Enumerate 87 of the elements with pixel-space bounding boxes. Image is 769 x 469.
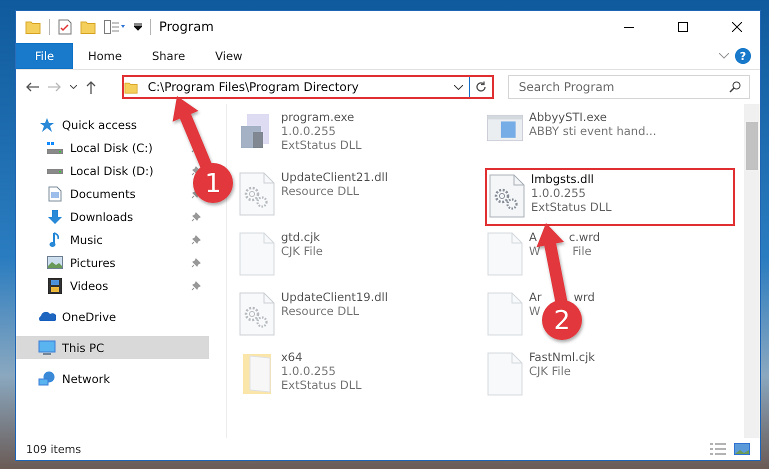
properties-icon[interactable] [104,20,126,34]
file-name: Ar [529,290,542,304]
blank-file-icon [239,232,275,276]
blank-file-icon [487,232,523,276]
sidebar-item[interactable]: Documents [16,182,144,205]
address-path: C:\Program Files\Program Directory [146,80,360,94]
back-arrow-icon[interactable] [26,82,39,92]
blank-file-icon [487,292,523,336]
details-view-icon[interactable] [710,443,726,455]
folder-icon [25,20,41,34]
step-number-badge: 1 [193,163,233,203]
file-detail: Resource DLL [281,304,360,318]
file-detail: ABBY sti event hand... [529,124,656,138]
file-detail: 1.0.0.255 [281,124,337,138]
file-detail: 1.0.0.255 [281,364,337,378]
application-window-icon [487,112,523,144]
item-count: 109 items [26,442,82,456]
scrollbar[interactable] [744,104,760,438]
chevron-down-icon[interactable] [70,85,77,89]
close-icon [732,22,742,32]
sidebar-item[interactable]: OneDrive [16,305,124,328]
file-name: AbbyySTI.exe [529,110,608,124]
file-name: c.wrd [568,230,600,244]
step-number-badge: 2 [542,300,582,340]
file-detail: 1.0.0.255 [531,186,587,200]
chevron-down-icon[interactable] [454,84,463,90]
file-name: A [529,230,537,244]
file-detail: ExtStatus DLL [531,200,612,214]
sidebar-item[interactable]: Videos [16,274,116,297]
star-icon [39,116,55,132]
new-folder-icon [80,20,96,34]
ribbon-tab[interactable]: File [16,43,73,69]
download-arrow-icon [47,208,63,224]
sidebar-item[interactable]: This PC [16,336,209,359]
blank-file-icon [487,352,523,396]
search-box[interactable]: Search Program [508,75,750,99]
file-name: x64 [281,350,304,364]
settings-file-icon [489,174,525,218]
help-button[interactable]: ? [735,48,751,64]
computer-icon [38,340,56,356]
file-detail: W [529,304,540,318]
network-icon [38,370,56,386]
maximize-icon [678,22,688,32]
sidebar-item[interactable]: Quick access [16,113,145,136]
settings-file-icon [239,292,275,336]
sidebar-item[interactable]: Local Disk (C:) [16,136,161,159]
file-detail: CJK File [281,244,323,258]
film-icon [48,278,62,294]
file-name: gtd.cjk [281,230,321,244]
file-name: program.exe [281,110,356,124]
sidebar-item[interactable]: Downloads [16,205,142,228]
drive-icon [46,166,64,174]
checklist-icon[interactable] [58,19,72,35]
file-detail: CJK File [529,364,572,378]
file-name: FastNml.cjk [529,350,595,364]
sidebar-item[interactable]: Pictures [16,251,124,274]
address-bar[interactable]: C:\Program Files\Program Directory [122,75,494,99]
highlighted-file-item[interactable]: lmbgsts.dll 1.0.0.255 ExtStatus DLL [485,168,735,226]
file-detail: Resource DLL [281,184,360,198]
sidebar-item[interactable]: Local Disk (D:) [16,159,162,182]
file-detail: ExtStatus DLL [281,138,362,152]
document-icon [48,186,62,202]
sidebar-item[interactable]: Network [16,367,118,390]
file-detail: File [572,244,592,258]
refresh-icon[interactable] [474,81,487,93]
file-detail: W [529,244,540,258]
folder-icon [242,352,272,396]
file-detail: ExtStatus DLL [281,378,362,392]
up-arrow-icon[interactable] [86,80,96,94]
minimize-icon [624,26,634,28]
window-title: Program [159,20,214,34]
picture-icon [47,256,63,269]
search-icon [729,81,742,93]
folder-icon [124,80,138,94]
ribbon-tab[interactable]: Share [136,43,200,69]
scrollbar-thumb[interactable] [746,122,758,170]
settings-file-icon [239,172,275,216]
music-note-icon [49,232,61,248]
ribbon-tab[interactable]: Home [73,43,137,69]
drive-icon [46,140,64,154]
ribbon-tab[interactable]: View [200,43,258,69]
file-name: UpdateClient19.dll [281,290,388,304]
file-name: lmbgsts.dll [531,172,595,186]
file-name: UpdateClient21.dll [281,170,388,184]
dropdown-icon[interactable] [134,23,142,31]
cloud-icon [38,311,56,322]
sidebar-item[interactable]: Music [16,228,111,251]
